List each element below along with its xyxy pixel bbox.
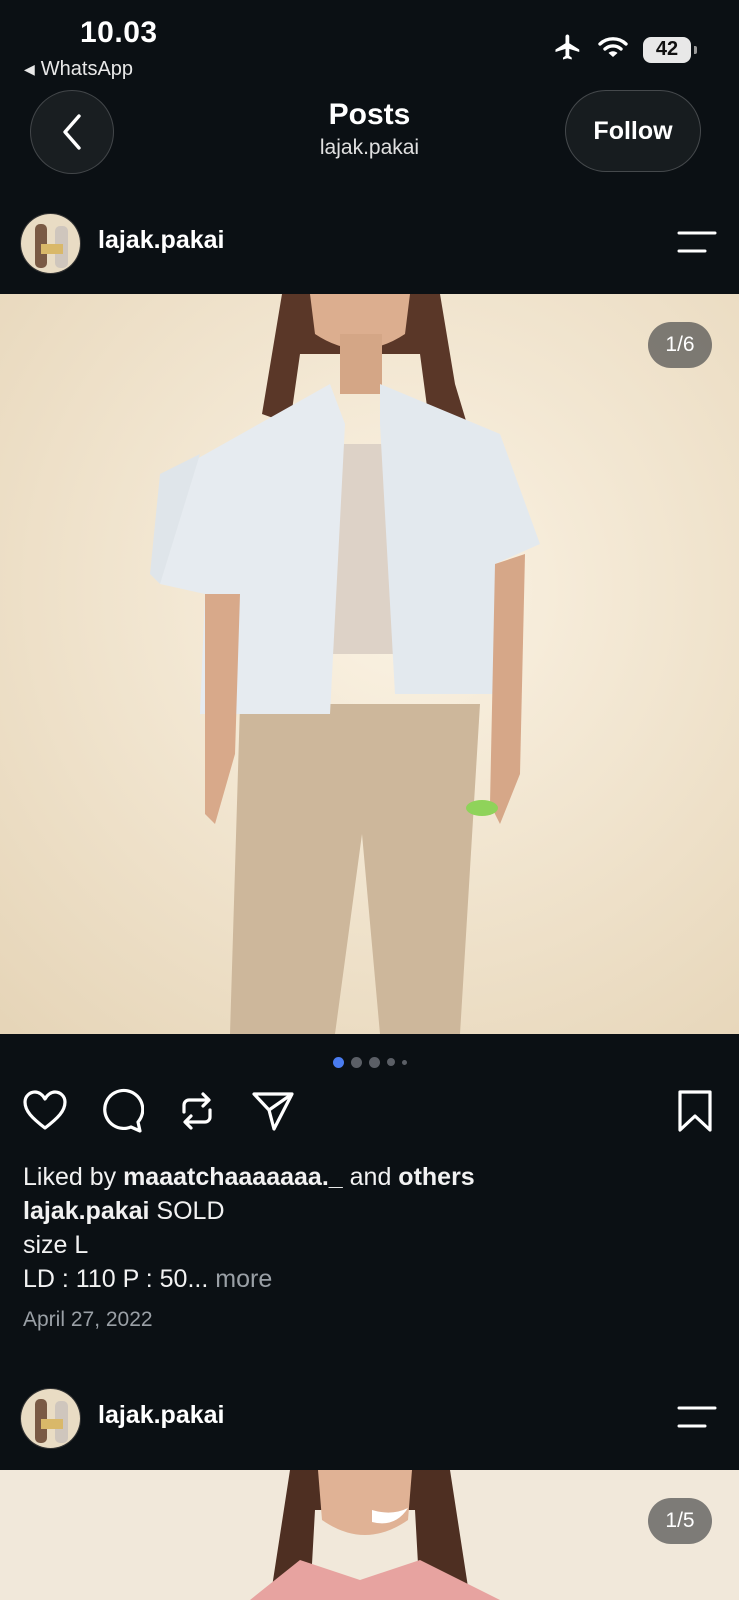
- liked-by-line: Liked by maaatchaaaaaaa._ and others: [23, 1160, 723, 1194]
- caption-username[interactable]: lajak.pakai: [23, 1197, 149, 1225]
- image-counter: 1/5: [648, 1498, 712, 1544]
- post-username[interactable]: lajak.pakai: [98, 226, 224, 255]
- more-link[interactable]: more: [208, 1265, 272, 1293]
- post-photo: [0, 294, 739, 1034]
- back-app-label: WhatsApp: [40, 58, 134, 80]
- status-icons: 42: [553, 32, 697, 67]
- share-icon[interactable]: [250, 1088, 296, 1134]
- back-to-app-link[interactable]: ◀ WhatsApp: [24, 58, 133, 81]
- post-photo: [0, 1470, 739, 1600]
- caption-line-3: LD : 110 P : 50... more: [23, 1262, 723, 1296]
- airplane-icon: [553, 32, 583, 67]
- battery-icon: 42: [643, 36, 697, 63]
- more-options-icon[interactable]: [677, 1403, 717, 1433]
- status-bar: 10.03 ◀ WhatsApp 42: [0, 0, 739, 80]
- bookmark-icon[interactable]: [672, 1088, 718, 1134]
- like-icon[interactable]: [22, 1088, 68, 1134]
- follow-button[interactable]: Follow: [565, 90, 701, 172]
- liked-by-others-link[interactable]: others: [398, 1163, 474, 1191]
- post-actions: [0, 1088, 739, 1138]
- caption-text: SOLD: [149, 1197, 225, 1225]
- post-caption: Liked by maaatchaaaaaaa._ and others laj…: [23, 1160, 723, 1296]
- caption-truncated-text: LD : 110 P : 50...: [23, 1265, 209, 1293]
- avatar[interactable]: [20, 1388, 81, 1449]
- status-time: 10.03: [80, 16, 158, 49]
- liked-by-prefix: Liked by: [23, 1163, 124, 1191]
- post-image[interactable]: 1/5: [0, 1470, 739, 1600]
- wifi-icon: [597, 34, 629, 65]
- carousel-dot: [332, 1056, 344, 1068]
- nav-header: Posts lajak.pakai Follow: [0, 80, 739, 180]
- liked-by-user-link[interactable]: maaatchaaaaaaa._: [123, 1163, 343, 1191]
- post-image[interactable]: 1/6: [0, 294, 739, 1034]
- image-counter: 1/6: [648, 322, 712, 368]
- caption-line-1: lajak.pakai SOLD: [23, 1194, 723, 1228]
- post-header: lajak.pakai: [0, 1373, 739, 1463]
- post-date: April 27, 2022: [23, 1308, 153, 1331]
- back-triangle-icon: ◀: [24, 61, 35, 77]
- avatar[interactable]: [20, 213, 81, 274]
- carousel-dot: [350, 1056, 362, 1068]
- repost-icon[interactable]: [174, 1088, 220, 1134]
- post-header: lajak.pakai: [0, 198, 739, 288]
- post-username[interactable]: lajak.pakai: [98, 1401, 224, 1430]
- more-options-icon[interactable]: [677, 228, 717, 258]
- comment-icon[interactable]: [98, 1088, 145, 1134]
- carousel-dots: [0, 1056, 739, 1068]
- carousel-dot: [368, 1056, 380, 1068]
- carousel-dot: [401, 1059, 407, 1065]
- liked-by-and: and: [342, 1163, 399, 1191]
- caption-line-2: size L: [23, 1231, 89, 1259]
- carousel-dot: [386, 1058, 395, 1066]
